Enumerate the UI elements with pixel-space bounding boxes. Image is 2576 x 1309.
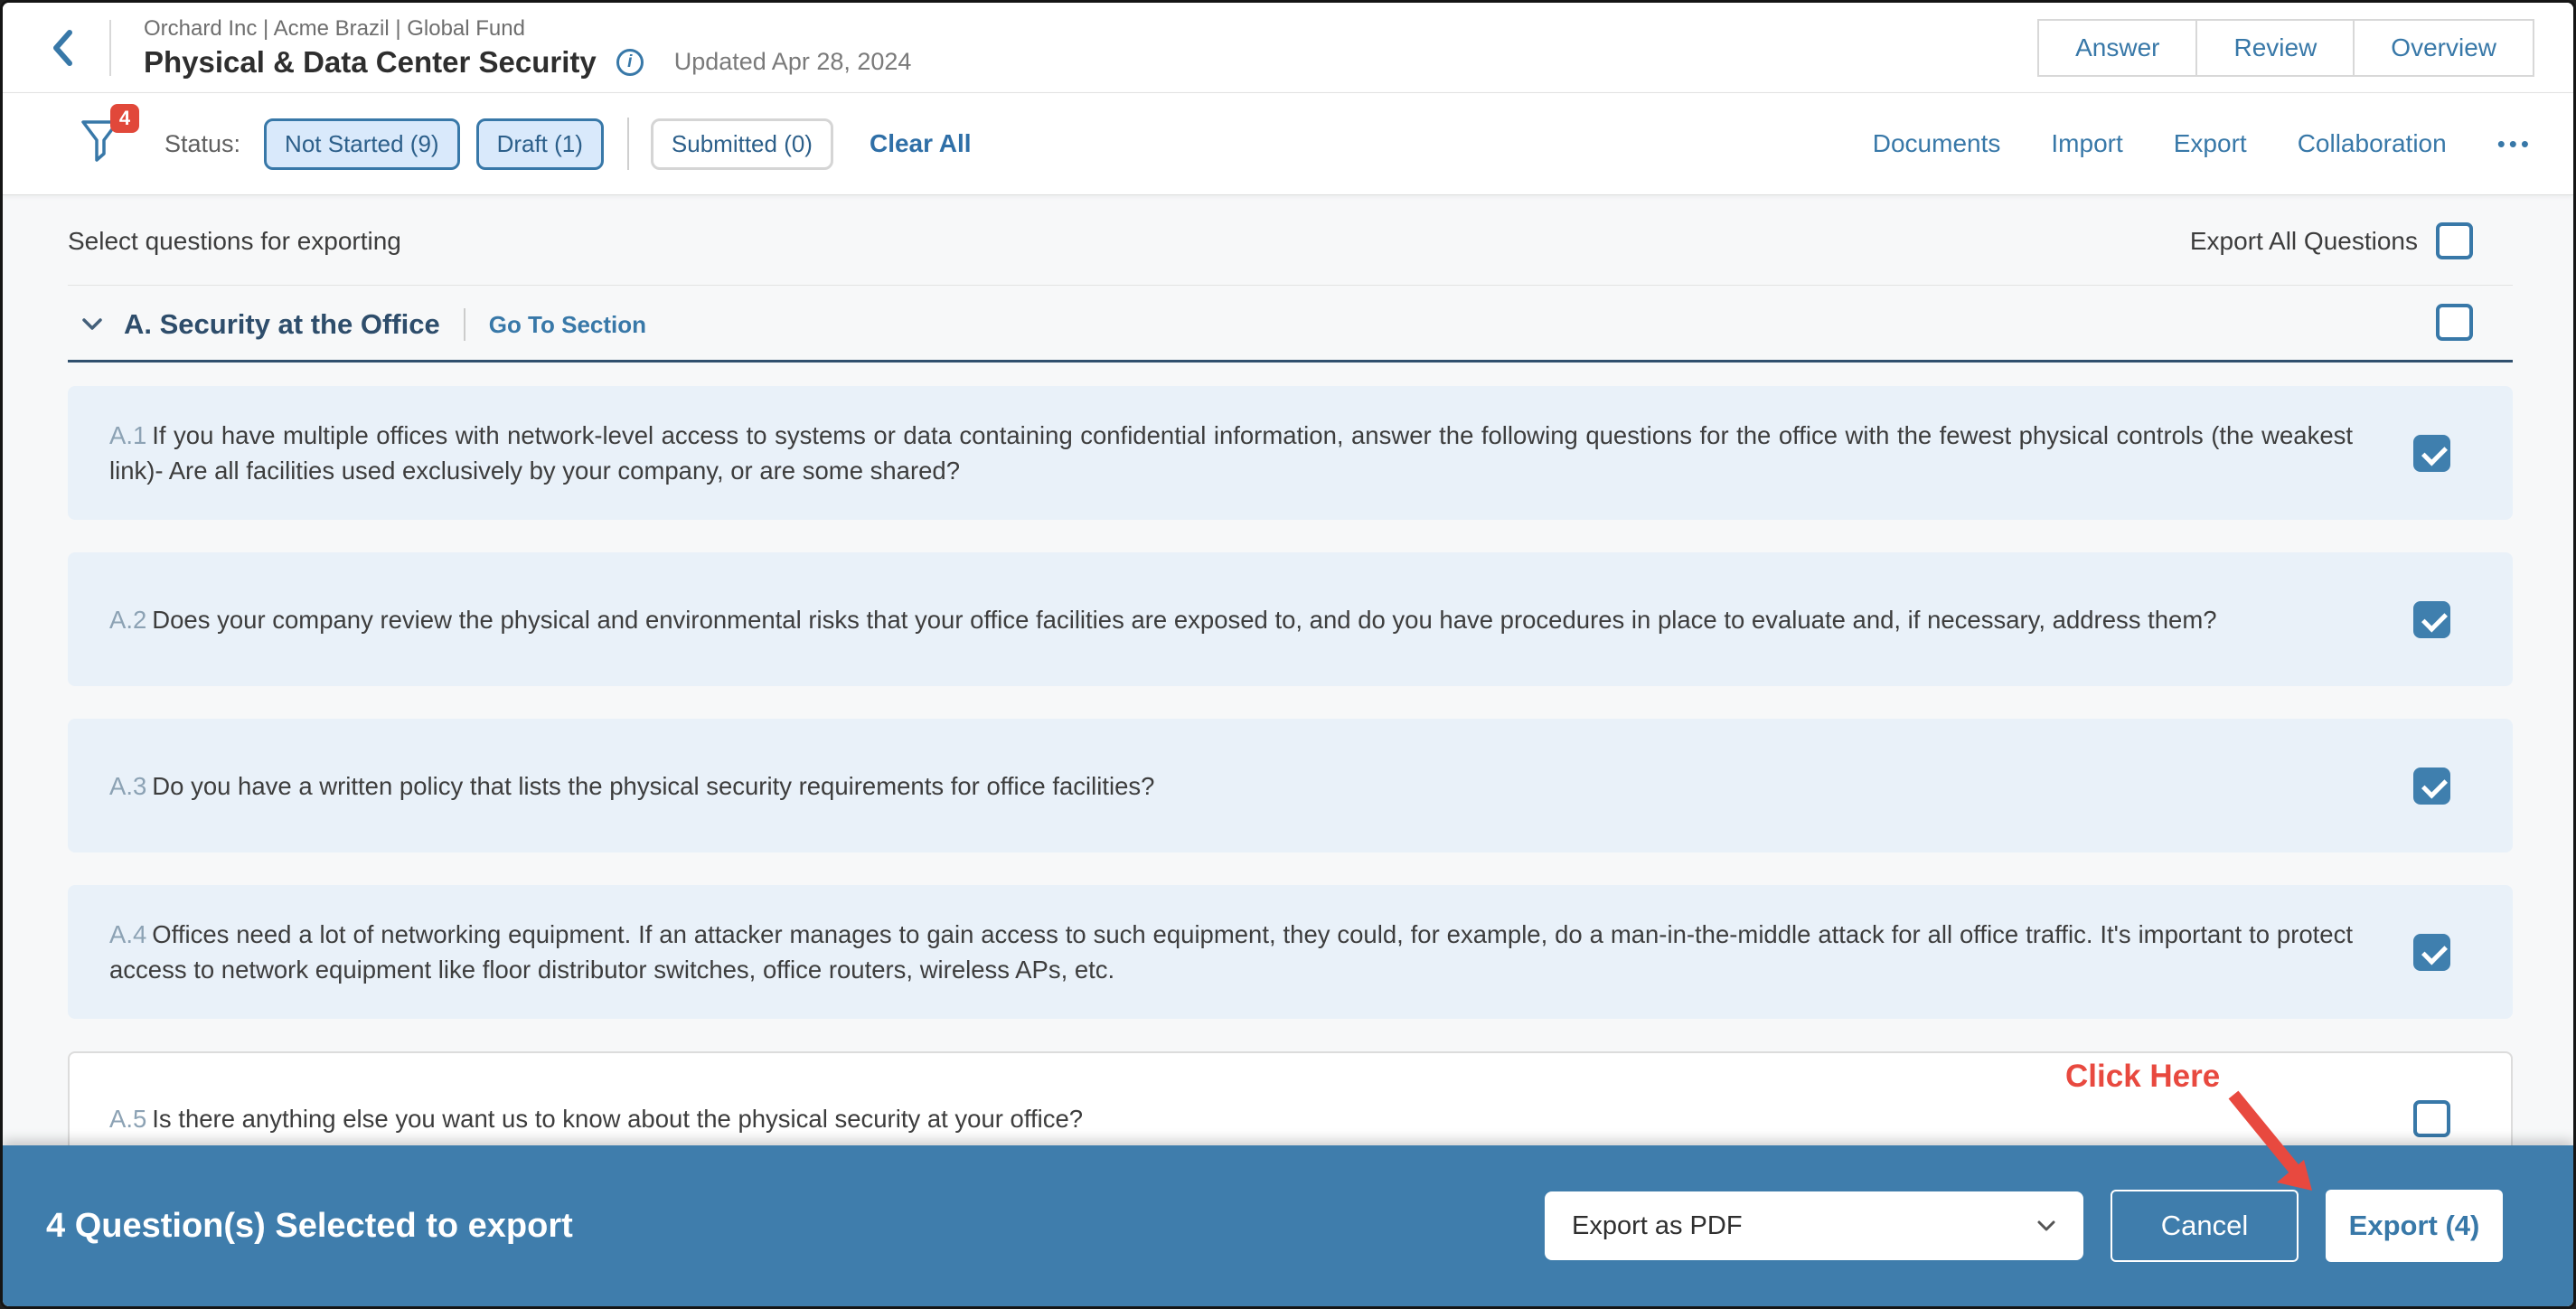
export-instruction-row: Select questions for exporting Export Al…: [68, 195, 2513, 259]
export-all-control: Export All Questions: [2190, 222, 2473, 259]
chevron-down-icon: [80, 316, 104, 333]
toolbar-links: Documents Import Export Collaboration ••…: [1873, 129, 2533, 158]
overview-button[interactable]: Overview: [2353, 19, 2534, 77]
import-link[interactable]: Import: [2051, 129, 2122, 158]
question-id: A.1: [109, 421, 146, 449]
section-check-wrap: [2436, 304, 2473, 345]
view-switcher: Answer Review Overview: [2037, 19, 2534, 77]
question-text: A.1If you have multiple offices with net…: [109, 418, 2353, 488]
title-block: Orchard Inc | Acme Brazil | Global Fund …: [144, 16, 911, 80]
question-text: A.5Is there anything else you want us to…: [109, 1101, 2353, 1136]
question-checkbox[interactable]: [2413, 601, 2450, 638]
question-text: A.2Does your company review the physical…: [109, 602, 2353, 637]
info-icon[interactable]: i: [616, 49, 644, 76]
cancel-button[interactable]: Cancel: [2111, 1190, 2299, 1262]
app-window: Orchard Inc | Acme Brazil | Global Fund …: [0, 0, 2576, 1309]
select-chevron-icon: [2036, 1220, 2056, 1232]
back-chevron-icon: [48, 26, 79, 70]
question-row-a2[interactable]: A.2Does your company review the physical…: [68, 552, 2513, 686]
review-button[interactable]: Review: [2195, 19, 2355, 77]
section-collapse-button[interactable]: [80, 316, 104, 333]
chip-group-divider: [627, 118, 629, 170]
question-list-panel: Select questions for exporting Export Al…: [3, 195, 2573, 1309]
chip-draft[interactable]: Draft (1): [476, 118, 604, 170]
section-header: A. Security at the Office Go To Section: [68, 286, 2513, 360]
question-id: A.4: [109, 920, 146, 948]
question-row-a3[interactable]: A.3Do you have a written policy that lis…: [68, 719, 2513, 852]
page-title: Physical & Data Center Security: [144, 45, 597, 80]
chip-not-started[interactable]: Not Started (9): [264, 118, 460, 170]
answer-button[interactable]: Answer: [2037, 19, 2197, 77]
section-title: A. Security at the Office: [124, 308, 440, 341]
breadcrumb: Orchard Inc | Acme Brazil | Global Fund: [144, 16, 911, 42]
clear-all-link[interactable]: Clear All: [870, 129, 972, 158]
go-to-section-link[interactable]: Go To Section: [489, 311, 646, 339]
question-checkbox[interactable]: [2413, 934, 2450, 971]
export-button[interactable]: Export (4): [2326, 1190, 2503, 1262]
page-header: Orchard Inc | Acme Brazil | Global Fund …: [3, 3, 2573, 93]
question-id: A.3: [109, 772, 146, 800]
question-checkbox[interactable]: [2413, 1100, 2450, 1137]
export-all-label: Export All Questions: [2190, 227, 2418, 256]
export-link[interactable]: Export: [2174, 129, 2247, 158]
status-label: Status:: [165, 130, 240, 158]
updated-date: Updated Apr 28, 2024: [674, 48, 912, 76]
selected-count-text: 4 Question(s) Selected to export: [46, 1207, 573, 1246]
export-action-bar: 4 Question(s) Selected to export Export …: [3, 1145, 2573, 1306]
question-text: A.3Do you have a written policy that lis…: [109, 768, 2353, 804]
instruction-text: Select questions for exporting: [68, 227, 401, 256]
section-rule: [68, 360, 2513, 363]
section-divider: [464, 308, 465, 341]
question-list: A.1If you have multiple offices with net…: [68, 386, 2513, 1185]
filter-button[interactable]: 4: [80, 118, 121, 170]
question-id: A.5: [109, 1105, 146, 1133]
export-format-select[interactable]: Export as PDF: [1545, 1191, 2083, 1260]
collaboration-link[interactable]: Collaboration: [2298, 129, 2447, 158]
question-checkbox[interactable]: [2413, 768, 2450, 805]
question-text: A.4Offices need a lot of networking equi…: [109, 917, 2353, 987]
question-checkbox[interactable]: [2413, 435, 2450, 472]
documents-link[interactable]: Documents: [1873, 129, 2001, 158]
question-row-a1[interactable]: A.1If you have multiple offices with net…: [68, 386, 2513, 520]
header-divider: [109, 20, 111, 76]
question-id: A.2: [109, 606, 146, 634]
question-row-a4[interactable]: A.4Offices need a lot of networking equi…: [68, 885, 2513, 1019]
section-checkbox[interactable]: [2436, 304, 2473, 341]
filter-bar: 4 Status: Not Started (9) Draft (1) Subm…: [3, 93, 2573, 195]
export-format-value: Export as PDF: [1572, 1211, 1743, 1241]
export-all-checkbox[interactable]: [2436, 222, 2473, 259]
back-button[interactable]: [48, 26, 79, 70]
chip-submitted[interactable]: Submitted (0): [651, 118, 833, 170]
filter-count-badge: 4: [110, 104, 139, 133]
more-menu-icon[interactable]: •••: [2497, 130, 2533, 158]
